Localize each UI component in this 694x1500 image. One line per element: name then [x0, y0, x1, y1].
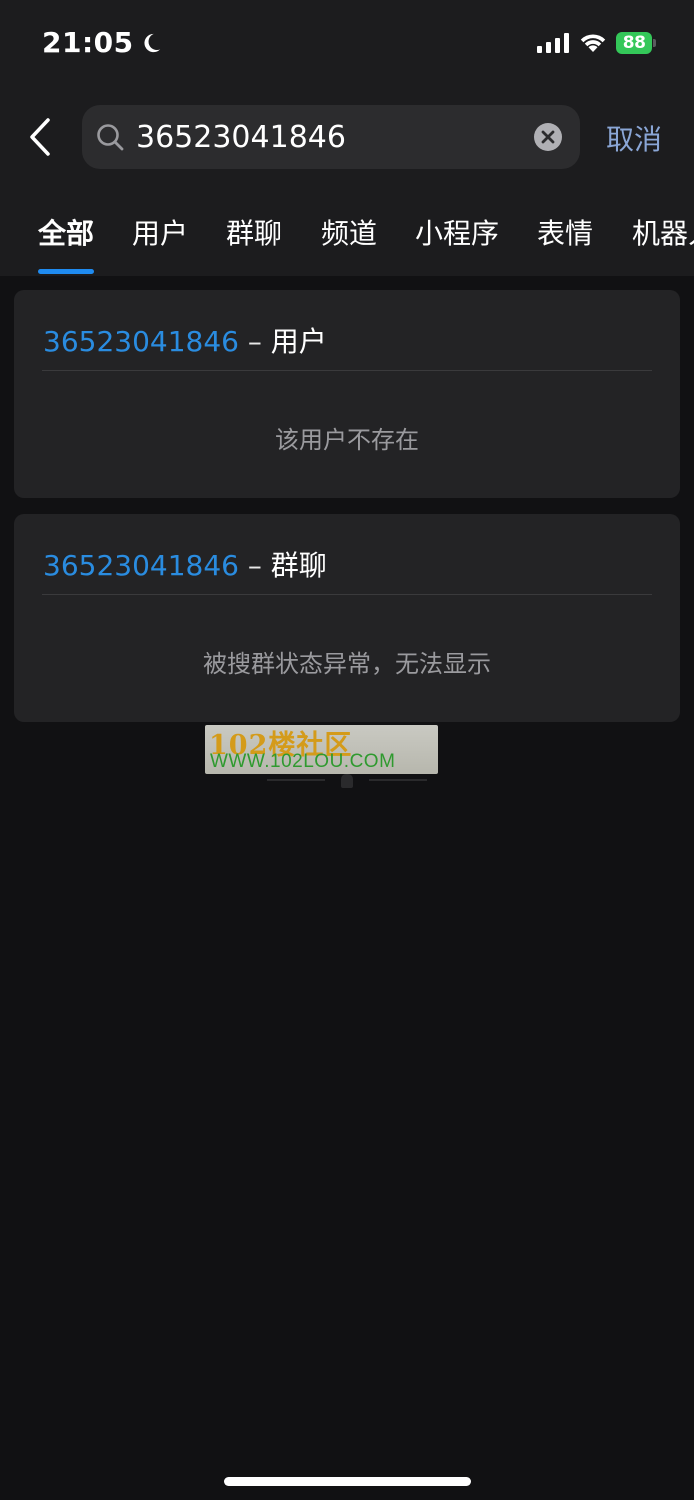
- result-kind: 用户: [270, 325, 327, 358]
- tab-users[interactable]: 用户: [132, 212, 188, 252]
- search-icon: [97, 124, 124, 151]
- tab-all[interactable]: 全部: [38, 212, 94, 252]
- tab-group-chats[interactable]: 群聊: [226, 212, 282, 252]
- wifi-icon: [580, 34, 606, 52]
- result-card-title[interactable]: 36523041846 – 群聊: [43, 544, 327, 584]
- result-query: 36523041846: [43, 549, 239, 582]
- cancel-button[interactable]: 取消: [606, 118, 662, 158]
- result-separator: –: [247, 325, 262, 358]
- search-box[interactable]: [82, 105, 580, 169]
- active-tab-indicator: [38, 269, 94, 274]
- watermark-logo: 102楼社区 WWW.102LOU.COM: [205, 725, 438, 774]
- faint-divider-left: [267, 779, 325, 781]
- result-card-title[interactable]: 36523041846 – 用户: [43, 320, 327, 360]
- back-button[interactable]: [22, 114, 58, 160]
- result-message: 该用户不存在: [275, 426, 419, 454]
- chevron-left-icon: [30, 118, 50, 156]
- battery-cap: [653, 39, 656, 47]
- result-card-user: 36523041846 – 用户 该用户不存在: [14, 290, 680, 498]
- battery-indicator: 88: [616, 31, 656, 55]
- cellular-signal-icon: [537, 33, 569, 53]
- faint-decoration: [341, 774, 353, 788]
- result-message: 被搜群状态异常，无法显示: [203, 650, 491, 678]
- battery-level: 88: [616, 32, 653, 54]
- search-input[interactable]: [136, 115, 516, 159]
- tab-mini-programs[interactable]: 小程序: [415, 212, 499, 252]
- card-divider: [42, 594, 652, 595]
- status-time: 21:05: [42, 26, 162, 59]
- home-indicator[interactable]: [224, 1477, 471, 1486]
- card-divider: [42, 370, 652, 371]
- result-query: 36523041846: [43, 325, 239, 358]
- faint-divider-right: [369, 779, 427, 781]
- clear-search-icon[interactable]: [534, 123, 562, 151]
- category-tabs: 全部 用户 群聊 频道 小程序 表情 机器人: [0, 206, 694, 276]
- tab-channels[interactable]: 频道: [321, 212, 377, 252]
- watermark-line2: WWW.102LOU.COM: [210, 751, 396, 772]
- result-separator: –: [247, 549, 262, 582]
- tab-stickers[interactable]: 表情: [537, 212, 593, 252]
- tab-bots[interactable]: 机器人: [632, 212, 694, 252]
- result-card-group: 36523041846 – 群聊 被搜群状态异常，无法显示: [14, 514, 680, 722]
- status-time-text: 21:05: [42, 26, 134, 59]
- result-kind: 群聊: [270, 549, 327, 582]
- moon-icon: [144, 33, 160, 52]
